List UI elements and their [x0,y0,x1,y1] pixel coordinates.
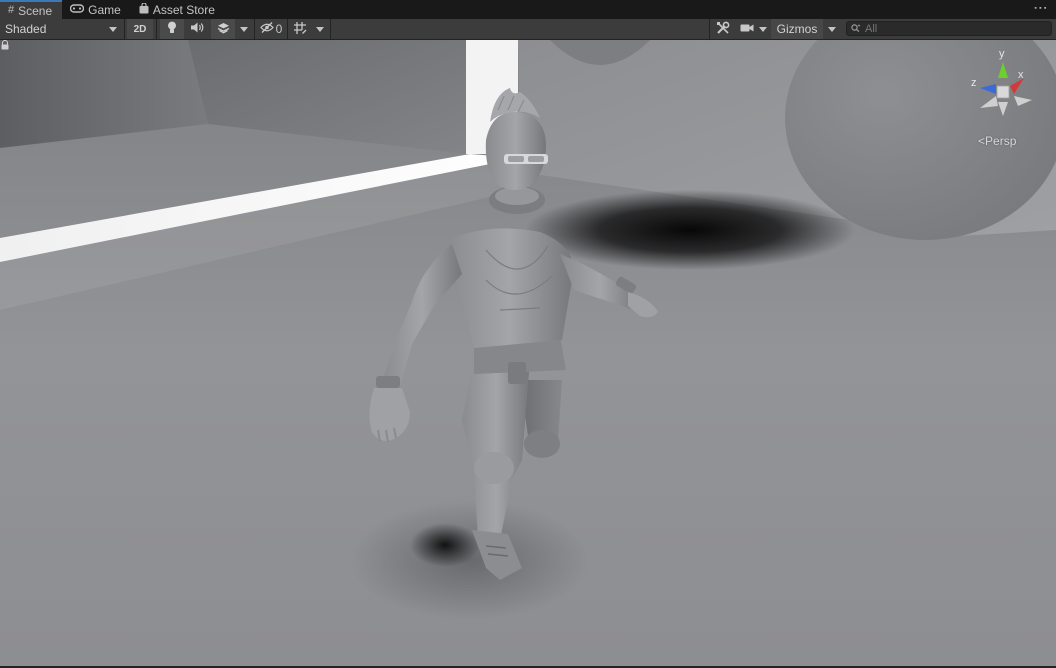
grid-toggle[interactable] [289,19,311,39]
toolbar-divider [330,19,331,39]
chevron-down-icon [109,26,117,32]
lighting-toggle[interactable] [160,19,184,39]
scene-toolbar: Shaded 2D 0 Gizmos All [0,19,1056,40]
y-axis-cone[interactable] [998,62,1008,78]
lock-icon[interactable] [0,40,10,50]
audio-toggle[interactable] [185,19,209,39]
more-options-icon[interactable]: ⋮ [1033,1,1049,14]
z-axis-label: z [971,77,977,89]
tab-scene[interactable]: # Scene [0,0,63,19]
tools-button[interactable] [712,19,734,39]
scene-viewport[interactable]: y x z <Persp [0,40,1056,666]
y-axis-label: y [999,48,1005,60]
tab-asset-store[interactable]: Asset Store [131,0,225,19]
effects-toggle[interactable] [211,19,235,39]
chevron-down-icon [240,26,248,32]
gamepad-icon [69,3,85,16]
search-icon [851,23,861,34]
toolbar-divider [254,19,255,39]
character-shadow [525,190,855,270]
draw-mode-value: Shaded [5,22,47,36]
wrench-screwdriver-icon [716,21,730,38]
shopping-bag-icon [139,1,149,17]
gizmos-toggle[interactable]: Gizmos [771,19,823,39]
toolbar-divider [287,19,288,39]
scene-render [0,40,1056,666]
tab-asset-store-label: Asset Store [152,2,215,17]
toolbar-divider [156,19,157,39]
camera-icon [740,22,754,36]
toolbar-divider [709,19,710,39]
gizmos-dropdown[interactable] [824,19,840,39]
draw-mode-dropdown[interactable]: Shaded [0,19,123,39]
hidden-objects-count: 0 [275,22,283,36]
mode-2d-toggle[interactable]: 2D [127,19,153,39]
window-tab-bar: # Scene Game Asset Store ⋮ [0,0,1056,19]
toolbar-divider [124,19,125,39]
scene-search-field[interactable] [846,21,1052,36]
grid-snap-icon [293,21,307,38]
scene-visibility-toggle[interactable]: 0 [256,19,286,39]
orientation-gizmo[interactable]: y x z [968,48,1038,124]
neg-y-cone[interactable] [998,102,1008,116]
grid-icon: # [8,4,15,16]
projection-toggle[interactable]: <Persp [978,134,1016,148]
camera-settings-dropdown[interactable] [756,19,770,39]
perspective-icon: < [978,134,986,148]
grid-dropdown[interactable] [312,19,328,39]
camera-settings-button[interactable] [737,19,757,39]
gizmo-center-cube[interactable] [996,85,1010,99]
chevron-down-icon [828,26,836,32]
ambient-occlusion [350,500,590,620]
tab-game-label: Game [88,2,121,17]
lightbulb-icon [167,21,177,37]
tab-scene-label: Scene [18,3,53,18]
layers-icon [217,22,230,37]
chevron-down-icon [316,26,324,32]
tab-game[interactable]: Game [62,0,131,19]
projection-label: Persp [985,134,1017,148]
chevron-down-icon [759,26,767,32]
effects-dropdown[interactable] [236,19,252,39]
speaker-icon [190,22,204,36]
neg-z-cone[interactable] [980,96,998,108]
x-axis-label: x [1018,69,1024,81]
z-axis-cone[interactable] [980,84,996,94]
eye-slash-icon [259,22,274,36]
search-input[interactable] [865,22,1045,35]
neg-x-cone[interactable] [1014,96,1032,106]
